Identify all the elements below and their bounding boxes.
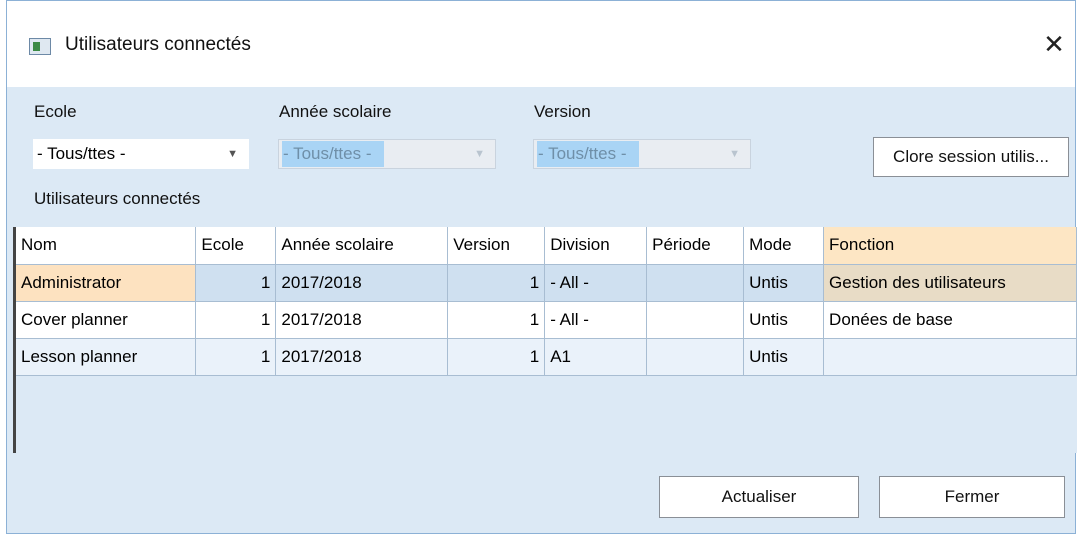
column-header-ecole[interactable]: Ecole bbox=[195, 227, 277, 265]
column-header-division[interactable]: Division bbox=[544, 227, 648, 265]
cell-version[interactable]: 1 bbox=[447, 338, 546, 376]
chevron-down-icon: ▼ bbox=[474, 148, 485, 160]
annee-label: Année scolaire bbox=[279, 102, 392, 121]
cell-division[interactable]: - All - bbox=[544, 264, 648, 302]
version-select-value: - Tous/ttes - bbox=[537, 141, 639, 167]
cell-periode[interactable] bbox=[646, 338, 745, 376]
chevron-down-icon: ▼ bbox=[227, 148, 238, 160]
table-row[interactable]: Cover planner 1 2017/2018 1 - All - Unti… bbox=[16, 301, 1077, 339]
column-header-fonction[interactable]: Fonction bbox=[823, 227, 1077, 265]
annee-select[interactable]: - Tous/ttes - ▼ bbox=[278, 139, 496, 169]
column-header-version[interactable]: Version bbox=[447, 227, 546, 265]
users-table: Nom Ecole Année scolaire Version Divisio… bbox=[16, 227, 1077, 376]
column-header-annee[interactable]: Année scolaire bbox=[275, 227, 449, 265]
close-icon[interactable]: ✕ bbox=[1039, 29, 1069, 59]
window-icon bbox=[29, 38, 51, 55]
table-row[interactable]: Administrator 1 2017/2018 1 - All - Unti… bbox=[16, 264, 1077, 302]
cell-mode[interactable]: Untis bbox=[743, 264, 825, 302]
cell-annee[interactable]: 2017/2018 bbox=[275, 301, 449, 339]
cell-nom[interactable]: Administrator bbox=[16, 264, 197, 302]
cell-version[interactable]: 1 bbox=[447, 301, 546, 339]
column-header-nom[interactable]: Nom bbox=[16, 227, 197, 265]
column-header-mode[interactable]: Mode bbox=[743, 227, 825, 265]
cell-ecole[interactable]: 1 bbox=[195, 264, 277, 302]
cell-ecole[interactable]: 1 bbox=[195, 301, 277, 339]
table-row[interactable]: Lesson planner 1 2017/2018 1 A1 Untis bbox=[16, 338, 1077, 376]
column-header-periode[interactable]: Période bbox=[646, 227, 745, 265]
cell-division[interactable]: - All - bbox=[544, 301, 648, 339]
cell-annee[interactable]: 2017/2018 bbox=[275, 338, 449, 376]
connected-users-label: Utilisateurs connectés bbox=[34, 189, 201, 208]
dialog-window: Utilisateurs connectés ✕ Ecole - Tous/tt… bbox=[6, 0, 1077, 534]
cell-periode[interactable] bbox=[646, 264, 745, 302]
refresh-button[interactable]: Actualiser bbox=[659, 476, 859, 518]
annee-select-value: - Tous/ttes - bbox=[282, 141, 384, 167]
cell-periode[interactable] bbox=[646, 301, 745, 339]
cell-mode[interactable]: Untis bbox=[743, 338, 825, 376]
users-grid: Nom Ecole Année scolaire Version Divisio… bbox=[13, 227, 1077, 453]
cell-annee[interactable]: 2017/2018 bbox=[275, 264, 449, 302]
chevron-down-icon: ▼ bbox=[729, 148, 740, 160]
version-select[interactable]: - Tous/ttes - ▼ bbox=[533, 139, 751, 169]
cell-version[interactable]: 1 bbox=[447, 264, 546, 302]
cell-mode[interactable]: Untis bbox=[743, 301, 825, 339]
version-label: Version bbox=[534, 102, 591, 121]
ecole-select-value: - Tous/ttes - bbox=[37, 144, 126, 163]
cell-fonction[interactable]: Donées de base bbox=[823, 301, 1077, 339]
cell-ecole[interactable]: 1 bbox=[195, 338, 277, 376]
title-bar: Utilisateurs connectés ✕ bbox=[7, 1, 1075, 87]
ecole-label: Ecole bbox=[34, 102, 77, 121]
close-session-button[interactable]: Clore session utilis... bbox=[873, 137, 1069, 177]
table-header-row: Nom Ecole Année scolaire Version Divisio… bbox=[16, 227, 1077, 265]
cell-division[interactable]: A1 bbox=[544, 338, 648, 376]
window-title: Utilisateurs connectés bbox=[65, 34, 251, 55]
cell-nom[interactable]: Lesson planner bbox=[16, 338, 197, 376]
cell-nom[interactable]: Cover planner bbox=[16, 301, 197, 339]
ecole-select[interactable]: - Tous/ttes - ▼ bbox=[33, 139, 249, 169]
close-button[interactable]: Fermer bbox=[879, 476, 1065, 518]
cell-fonction[interactable] bbox=[823, 338, 1077, 376]
cell-fonction[interactable]: Gestion des utilisateurs bbox=[823, 264, 1077, 302]
